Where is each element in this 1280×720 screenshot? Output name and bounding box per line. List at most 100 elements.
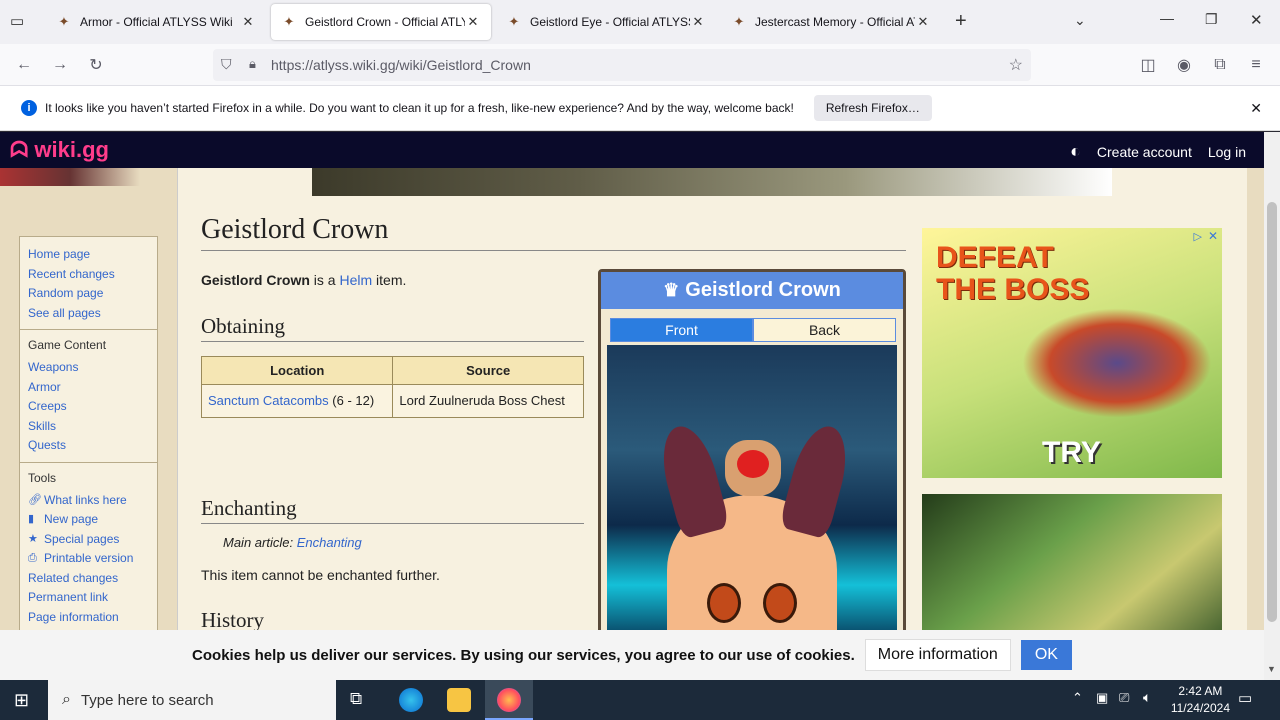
- browser-tab-bar: ▭ ✦ Armor - Official ATLYSS Wiki ✕ ✦ Gei…: [0, 0, 1280, 44]
- tab-armor[interactable]: ✦ Armor - Official ATLYSS Wiki ✕: [46, 4, 266, 40]
- sidebar-item-skills[interactable]: Skills: [28, 417, 149, 437]
- close-tab-icon[interactable]: ✕: [915, 14, 931, 30]
- wiki-gg-logo[interactable]: ᗣ wiki.gg: [10, 137, 109, 163]
- tray-device-icon[interactable]: ▣: [1096, 690, 1108, 706]
- sidebar-item-new-page[interactable]: ▮ New page: [28, 510, 149, 530]
- sidebar-item-quests[interactable]: Quests: [28, 436, 149, 456]
- enchanting-link[interactable]: Enchanting: [297, 535, 362, 550]
- sidebar-item-random-page[interactable]: Random page: [28, 284, 149, 304]
- more-information-button[interactable]: More information: [864, 639, 1011, 671]
- chevron-down-icon[interactable]: ⌄: [1074, 12, 1086, 29]
- close-window-icon[interactable]: ✕: [1250, 11, 1263, 29]
- search-icon: ⌕: [62, 691, 71, 708]
- system-clock[interactable]: 2:42 AM 11/24/2024: [1171, 683, 1230, 717]
- sidebar-item-page-information[interactable]: Page information: [28, 608, 149, 628]
- tab-geistlord-eye[interactable]: ✦ Geistlord Eye - Official ATLYSS Wiki ✕: [496, 4, 716, 40]
- scrollbar-thumb[interactable]: [1267, 202, 1277, 622]
- notifications-icon[interactable]: ▭: [1238, 689, 1252, 707]
- pocket-icon[interactable]: ◫: [1135, 52, 1161, 78]
- network-icon[interactable]: ⎚: [1119, 690, 1129, 706]
- url-bar[interactable]: ⛉ 🔒︎ https://atlyss.wiki.gg/wiki/Geistlo…: [213, 49, 1031, 81]
- item-infobox: ♛ Geistlord Crown Front Back: [598, 269, 906, 630]
- tab-geistlord-crown[interactable]: ✦ Geistlord Crown - Official ATLYSS Wiki…: [271, 4, 491, 40]
- infobox-title-text: Geistlord Crown: [685, 279, 841, 301]
- sidebar-item-label: Special pages: [44, 531, 120, 546]
- close-tab-icon[interactable]: ✕: [240, 14, 256, 30]
- cookie-ok-button[interactable]: OK: [1020, 640, 1072, 670]
- sanctum-catacombs-link[interactable]: Sanctum Catacombs: [208, 393, 329, 408]
- sidebar-item-weapons[interactable]: Weapons: [28, 358, 149, 378]
- edge-icon[interactable]: [399, 688, 423, 712]
- theme-toggle-icon[interactable]: ◐: [1070, 141, 1081, 162]
- intro-paragraph: Geistlord Crown is a Helm item.: [201, 272, 406, 288]
- minimize-icon[interactable]: —: [1160, 10, 1174, 26]
- volume-icon[interactable]: 🔈︎: [1143, 689, 1151, 706]
- extensions-icon[interactable]: ⧉: [1207, 52, 1233, 78]
- tab-list-icon[interactable]: ▭: [10, 12, 30, 32]
- menu-icon[interactable]: ≡: [1243, 52, 1269, 78]
- close-tab-icon[interactable]: ✕: [690, 14, 706, 30]
- taskbar-search-placeholder[interactable]: Type here to search: [81, 692, 214, 709]
- ad-headline-line2: THE BOSS: [936, 273, 1090, 306]
- helm-link[interactable]: Helm: [339, 272, 372, 288]
- sidebar-item-what-links-here[interactable]: 🔗︎ What links here: [28, 491, 149, 511]
- restore-icon[interactable]: ❐: [1205, 11, 1218, 28]
- wiki-header: ᗣ wiki.gg ◐ Create account Log in: [0, 132, 1264, 168]
- reload-icon[interactable]: ↻: [83, 52, 109, 78]
- close-notification-icon[interactable]: ✕: [1250, 100, 1262, 117]
- tab-back[interactable]: Back: [753, 318, 896, 342]
- refresh-firefox-button[interactable]: Refresh Firefox…: [813, 95, 932, 121]
- banner-image: [312, 168, 1112, 196]
- site-logo-image[interactable]: [0, 168, 140, 186]
- login-link[interactable]: Log in: [1208, 144, 1246, 160]
- location-level-range: (6 - 12): [328, 393, 375, 408]
- advertisement-image[interactable]: [922, 494, 1222, 630]
- cookie-notice: Cookies help us deliver our services. By…: [0, 630, 1264, 680]
- sidebar-item-special-pages[interactable]: ★ Special pages: [28, 530, 149, 550]
- table-row: Sanctum Catacombs (6 - 12) Lord Zuulneru…: [200, 384, 584, 418]
- tray-chevron-up-icon[interactable]: ⌃: [1072, 690, 1083, 706]
- firefox-icon: [497, 688, 521, 712]
- windows-start-icon[interactable]: ⊞: [14, 690, 29, 711]
- scroll-down-icon[interactable]: ▼: [1267, 664, 1276, 674]
- wiki-favicon-icon: ✦: [58, 14, 70, 29]
- sidebar-item-label: Printable version: [44, 551, 134, 565]
- sidebar-item-home[interactable]: Home page: [28, 245, 149, 265]
- forward-icon[interactable]: →: [47, 52, 73, 78]
- sidebar-item-armor[interactable]: Armor: [28, 378, 149, 398]
- info-icon: i: [21, 100, 37, 116]
- new-tab-icon[interactable]: +: [955, 10, 967, 33]
- right-ear-shape: [778, 420, 856, 540]
- url-text[interactable]: https://atlyss.wiki.gg/wiki/Geistlord_Cr…: [271, 57, 531, 73]
- taskbar-search[interactable]: ⌕ Type here to search: [48, 680, 336, 720]
- lock-icon[interactable]: 🔒︎: [249, 56, 256, 72]
- firefox-taskbar-item[interactable]: [485, 680, 533, 720]
- sidebar-item-all-pages[interactable]: See all pages: [28, 304, 149, 324]
- sidebar-heading-game-content: Game Content: [28, 338, 107, 352]
- file-explorer-icon[interactable]: [447, 688, 471, 712]
- link-icon: 🔗︎: [28, 493, 42, 506]
- shield-icon[interactable]: ⛉: [221, 56, 232, 73]
- account-icon[interactable]: ◉: [1171, 52, 1197, 78]
- ad-info-icon[interactable]: ▷: [1194, 230, 1202, 243]
- advertisement-banner[interactable]: DEFEAT THE BOSS ▷ ✕ TRY: [922, 228, 1222, 478]
- sidebar-item-recent-changes[interactable]: Recent changes: [28, 265, 149, 285]
- sidebar-item-permanent-link[interactable]: Permanent link: [28, 588, 149, 608]
- page-scrollbar[interactable]: ▼: [1264, 132, 1280, 680]
- tab-jestercast-memory[interactable]: ✦ Jestercast Memory - Official ATLYSS Wi…: [721, 4, 941, 40]
- create-account-link[interactable]: Create account: [1097, 144, 1192, 160]
- cookie-text: Cookies help us deliver our services. By…: [192, 646, 855, 664]
- back-icon[interactable]: ←: [11, 52, 37, 78]
- task-view-icon[interactable]: ⧉: [350, 689, 362, 709]
- sidebar-tools-group: Tools 🔗︎ What links here ▮ New page ★ Speci…: [20, 463, 157, 631]
- sidebar-item-printable-version[interactable]: ⎙ Printable version: [28, 549, 149, 569]
- ad-try-button[interactable]: TRY: [1042, 436, 1101, 470]
- sidebar-item-creeps[interactable]: Creeps: [28, 397, 149, 417]
- page-title: Geistlord Crown: [201, 214, 906, 251]
- sidebar-item-related-changes[interactable]: Related changes: [28, 569, 149, 589]
- clock-time: 2:42 AM: [1178, 684, 1223, 698]
- close-tab-icon[interactable]: ✕: [465, 14, 481, 30]
- bookmark-star-icon[interactable]: ☆: [1009, 55, 1023, 75]
- tab-front[interactable]: Front: [610, 318, 753, 342]
- ad-close-icon[interactable]: ✕: [1208, 229, 1218, 243]
